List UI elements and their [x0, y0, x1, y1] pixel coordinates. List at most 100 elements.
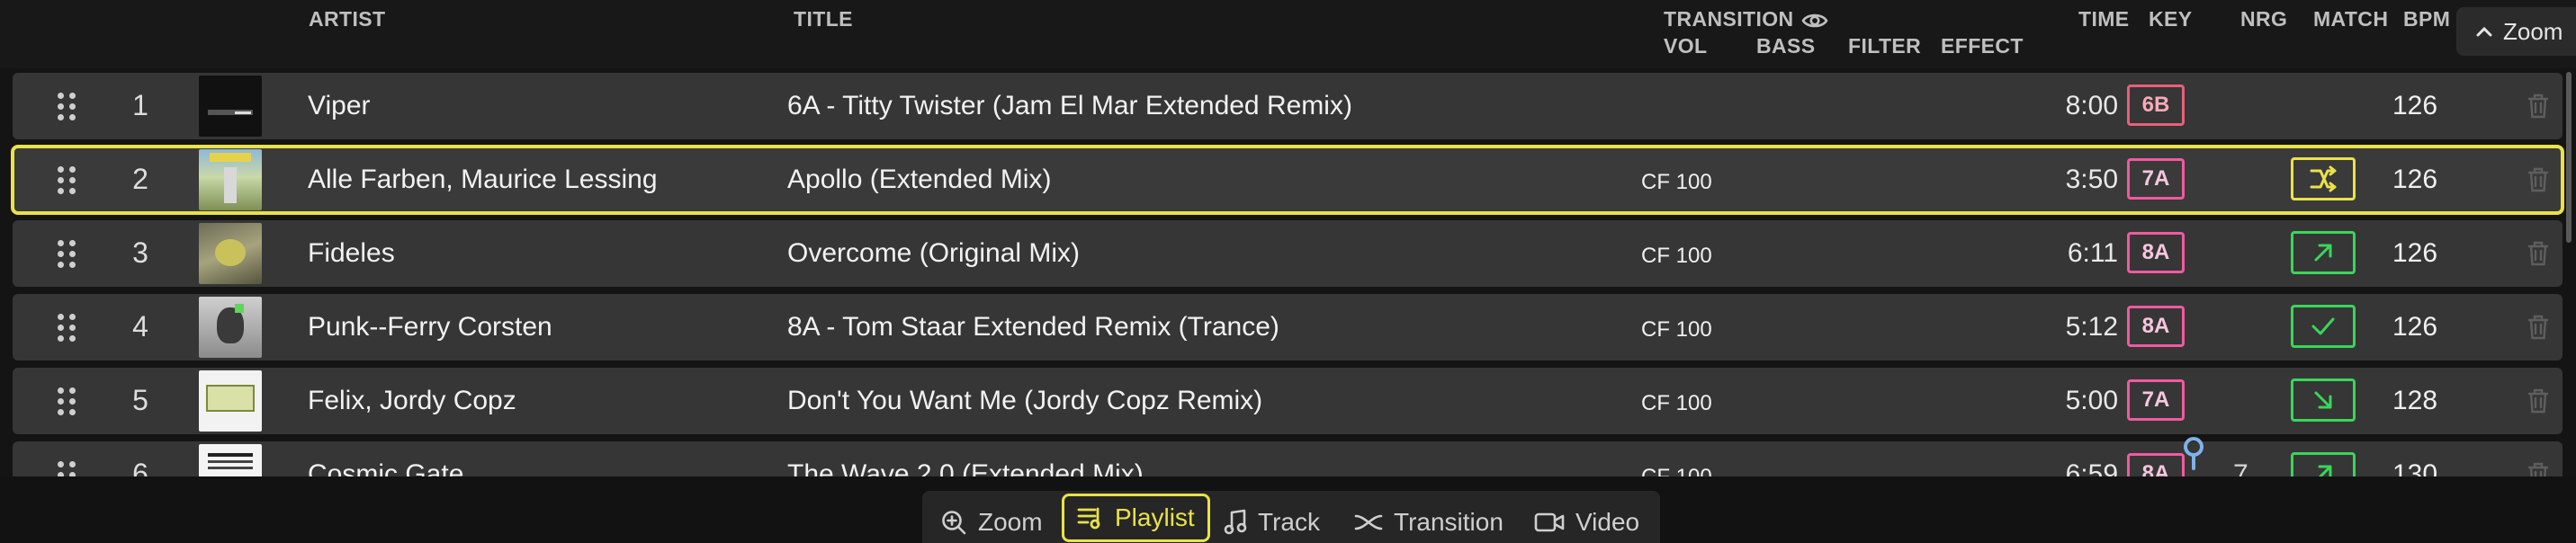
track-nrg: 7	[2233, 459, 2248, 476]
track-bpm: 126	[2392, 165, 2438, 194]
table-row[interactable]: 4 Punk--Ferry Corsten 8A - Tom Staar Ext…	[13, 294, 2563, 361]
track-time: 6:11	[2067, 238, 2118, 268]
album-art	[199, 297, 262, 358]
col-key[interactable]: KEY	[2149, 7, 2193, 31]
key-badge: 6B	[2127, 85, 2185, 126]
track-number: 6	[132, 458, 148, 476]
playlist-header: ARTIST TITLE TRANSITION VOL BASS FILTER …	[0, 0, 2576, 68]
shuffle-icon	[2308, 165, 2338, 192]
col-vol[interactable]: VOL	[1664, 34, 1707, 58]
arrow-up-right-icon	[2311, 240, 2336, 265]
nav-zoom-label: Zoom	[978, 508, 1043, 536]
col-match[interactable]: MATCH	[2313, 7, 2388, 31]
drag-handle-icon[interactable]	[58, 387, 76, 416]
col-time[interactable]: TIME	[2078, 7, 2130, 31]
nav-video[interactable]: Video	[1534, 498, 1639, 543]
track-artist: Felix, Jordy Copz	[308, 386, 516, 415]
track-transition[interactable]: CF 100	[1641, 391, 1712, 416]
arrow-up-right-icon	[2311, 461, 2336, 476]
track-time: 5:00	[2065, 386, 2118, 415]
track-artist: Cosmic Gate	[308, 459, 464, 476]
key-badge: 7A	[2127, 158, 2185, 200]
drag-handle-icon[interactable]	[58, 93, 76, 121]
table-row[interactable]: 3 Fideles Overcome (Original Mix) CF 100…	[13, 220, 2563, 287]
col-bpm[interactable]: BPM	[2403, 7, 2450, 31]
video-camera-icon	[1534, 511, 1565, 534]
trash-icon[interactable]	[2527, 93, 2550, 120]
track-title: 6A - Titty Twister (Jam El Mar Extended …	[787, 91, 1352, 120]
check-icon	[2310, 316, 2337, 337]
nav-playlist-label: Playlist	[1115, 503, 1195, 531]
match-indicator[interactable]	[2291, 452, 2356, 476]
scrollbar[interactable]	[2566, 72, 2572, 243]
track-bpm: 130	[2392, 459, 2438, 476]
music-note-icon	[1224, 509, 1247, 536]
table-row[interactable]: 1 Viper 6A - Titty Twister (Jam El Mar E…	[13, 73, 2563, 139]
nav-zoom[interactable]: Zoom	[940, 498, 1043, 543]
trash-icon[interactable]	[2527, 387, 2550, 414]
match-indicator[interactable]	[2291, 305, 2356, 348]
table-row[interactable]: 2 Alle Farben, Maurice Lessing Apollo (E…	[11, 145, 2564, 215]
col-bass[interactable]: BASS	[1756, 34, 1816, 58]
track-artist: Fideles	[308, 238, 395, 268]
match-indicator[interactable]	[2291, 157, 2356, 200]
track-time: 5:12	[2065, 312, 2118, 342]
nav-track[interactable]: Track	[1224, 498, 1320, 543]
match-indicator[interactable]	[2291, 231, 2356, 274]
drag-handle-icon[interactable]	[58, 166, 76, 195]
track-bpm: 126	[2392, 91, 2438, 120]
view-switcher: Zoom Playlist Track Transition Video	[922, 491, 1660, 543]
col-transition-label: TRANSITION	[1664, 7, 1794, 31]
col-transition: TRANSITION	[1664, 7, 1828, 31]
nav-playlist[interactable]: Playlist	[1062, 494, 1210, 542]
track-transition[interactable]: CF 100	[1641, 244, 1712, 269]
album-art	[199, 149, 262, 210]
album-art	[199, 76, 262, 137]
drag-handle-icon[interactable]	[58, 240, 76, 269]
track-number: 3	[132, 236, 148, 269]
track-transition[interactable]: CF 100	[1641, 465, 1712, 476]
col-effect[interactable]: EFFECT	[1941, 34, 2024, 58]
track-bpm: 126	[2392, 238, 2438, 268]
chevron-up-icon	[2476, 26, 2492, 37]
nav-transition-label: Transition	[1394, 508, 1503, 536]
album-art	[199, 444, 262, 476]
col-title[interactable]: TITLE	[794, 7, 853, 31]
col-filter[interactable]: FILTER	[1848, 34, 1921, 58]
track-artist: Alle Farben, Maurice Lessing	[308, 165, 658, 194]
track-number: 4	[132, 310, 148, 343]
playlist-icon	[1077, 505, 1104, 530]
arrow-down-right-icon	[2311, 387, 2336, 413]
trash-icon[interactable]	[2527, 461, 2550, 476]
table-row[interactable]: 5 Felix, Jordy Copz Don't You Want Me (J…	[13, 368, 2563, 434]
nav-transition[interactable]: Transition	[1354, 498, 1503, 543]
eye-icon[interactable]	[1801, 11, 1828, 31]
match-indicator[interactable]	[2291, 378, 2356, 422]
album-art	[199, 223, 262, 284]
zoom-button-label: Zoom	[2503, 17, 2563, 45]
track-number: 5	[132, 384, 148, 416]
track-transition[interactable]: CF 100	[1641, 317, 1712, 343]
track-transition[interactable]: CF 100	[1641, 170, 1712, 195]
track-title: Apollo (Extended Mix)	[787, 165, 1052, 194]
key-badge: 8A	[2127, 453, 2185, 476]
trash-icon[interactable]	[2527, 166, 2550, 193]
track-time: 3:50	[2065, 165, 2118, 194]
drag-handle-icon[interactable]	[58, 461, 76, 476]
trash-icon[interactable]	[2527, 240, 2550, 267]
key-badge: 8A	[2127, 232, 2185, 273]
table-row[interactable]: 6 Cosmic Gate The Wave 2.0 (Extended Mix…	[13, 437, 2563, 476]
cursor-indicator-icon	[2179, 436, 2208, 470]
col-nrg[interactable]: NRG	[2240, 7, 2287, 31]
trash-icon[interactable]	[2527, 314, 2550, 341]
key-badge: 8A	[2127, 306, 2185, 347]
track-number: 1	[132, 89, 148, 121]
col-artist[interactable]: ARTIST	[309, 7, 385, 31]
zoom-button[interactable]: Zoom	[2456, 7, 2576, 56]
track-time: 8:00	[2065, 91, 2118, 120]
track-list: 1 Viper 6A - Titty Twister (Jam El Mar E…	[0, 68, 2576, 476]
album-art	[199, 370, 262, 432]
nav-track-label: Track	[1258, 508, 1320, 536]
track-title: Overcome (Original Mix)	[787, 238, 1081, 268]
drag-handle-icon[interactable]	[58, 314, 76, 343]
